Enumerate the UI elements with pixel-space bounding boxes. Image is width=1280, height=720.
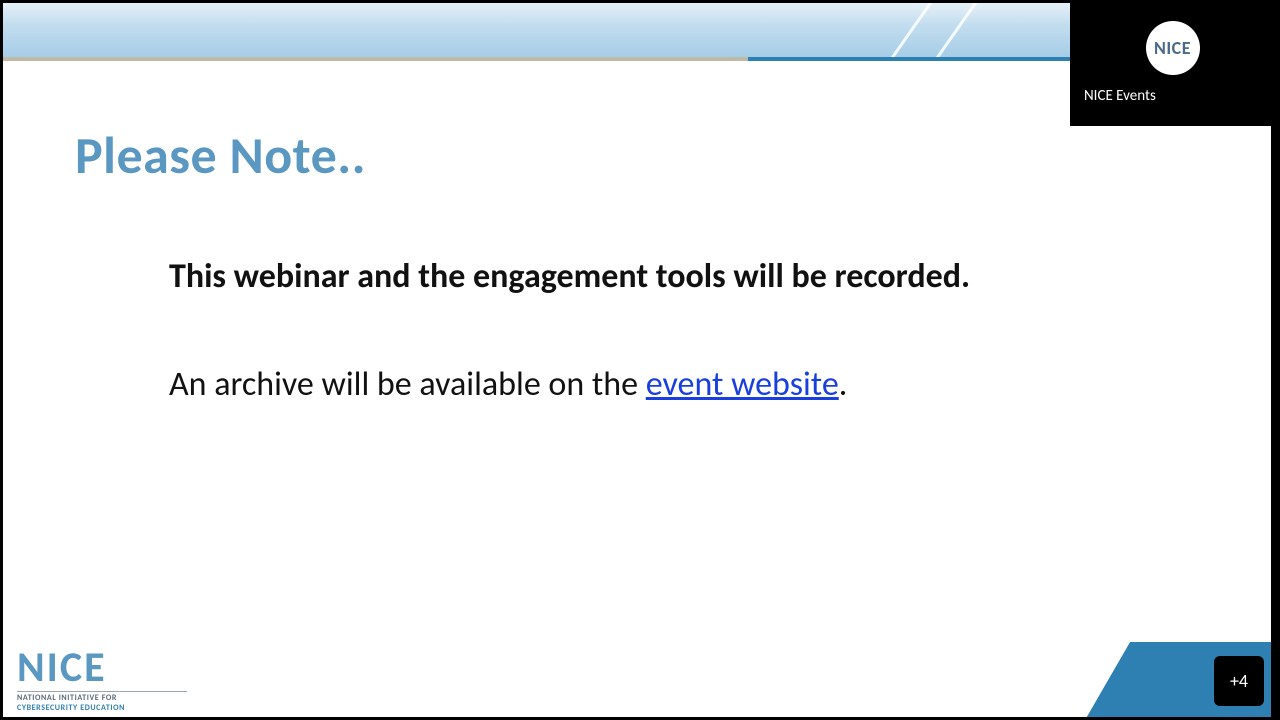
more-participants-badge[interactable]: +4 bbox=[1214, 656, 1264, 706]
underline-left bbox=[3, 57, 748, 61]
nice-logo-text: NICE bbox=[17, 647, 187, 689]
event-website-link[interactable]: event website bbox=[646, 364, 839, 405]
stage: Please Note.. This webinar and the engag… bbox=[0, 0, 1280, 720]
body-line-archive-pre: An archive will be available on the bbox=[169, 364, 646, 405]
body-line-archive: An archive will be available on the even… bbox=[169, 363, 1119, 407]
banner-diagonal-line bbox=[902, 3, 1008, 57]
body-line-recorded: This webinar and the engagement tools wi… bbox=[169, 255, 1119, 299]
nice-footer-logo: NICE NATIONAL INITIATIVE FOR CYBERSECURI… bbox=[17, 647, 187, 713]
banner-diagonal-line bbox=[857, 3, 963, 57]
body-line-archive-post: . bbox=[839, 364, 848, 405]
nice-logo-sub2: CYBERSECURITY EDUCATION bbox=[17, 703, 187, 713]
participant-tile[interactable]: NICE NICE Events bbox=[1070, 0, 1275, 126]
slide-body: This webinar and the engagement tools wi… bbox=[169, 255, 1119, 407]
participant-avatar: NICE bbox=[1146, 21, 1200, 75]
participant-name-label: NICE Events bbox=[1084, 87, 1156, 105]
nice-logo-sub1: NATIONAL INITIATIVE FOR bbox=[17, 691, 187, 703]
slide-title: Please Note.. bbox=[75, 123, 366, 187]
